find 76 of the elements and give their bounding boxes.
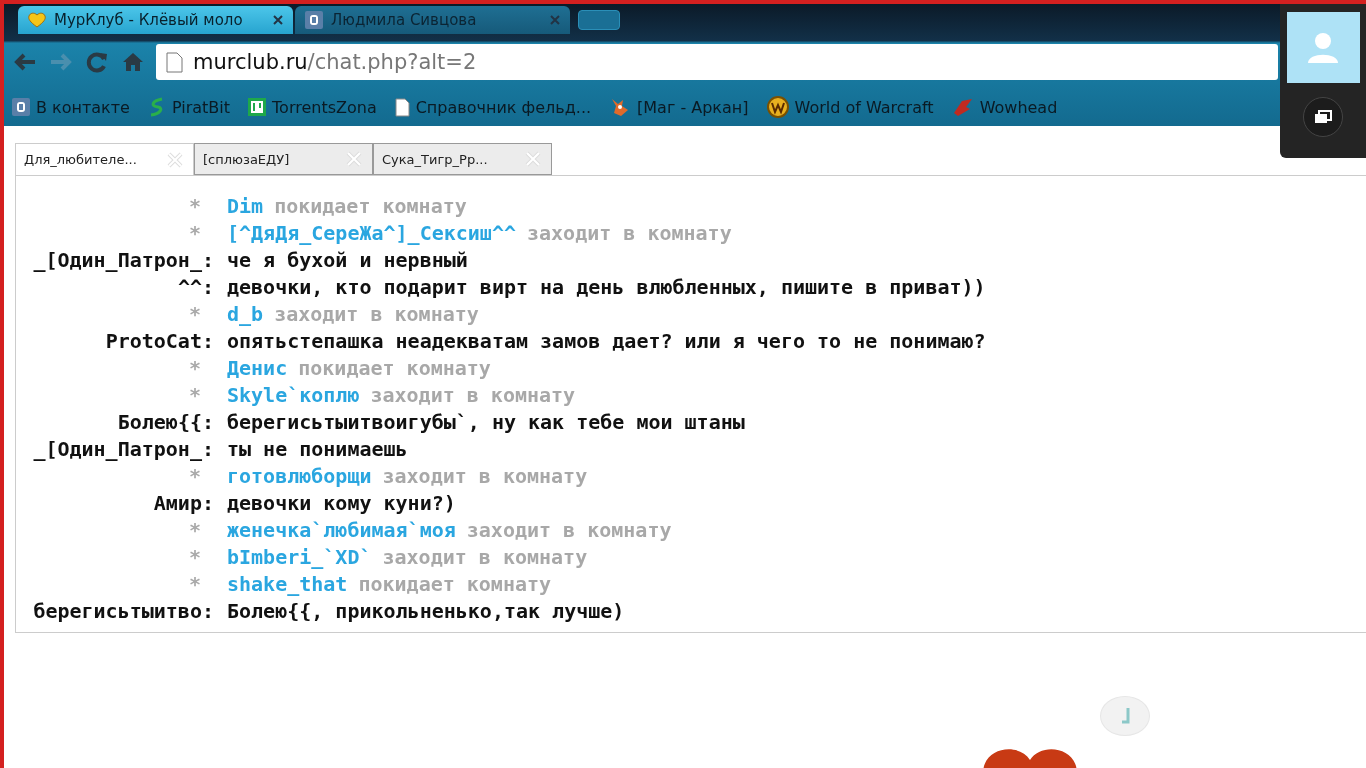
message-text: Болею{{, прикольненько,так лучше)	[227, 599, 625, 625]
event-prefix-text: *	[188, 383, 201, 407]
url-path: /chat.php?alt=2	[307, 50, 477, 74]
bookmark-link[interactable]: Wowhead	[979, 97, 1058, 117]
event-text: покидает комнату	[298, 356, 491, 382]
message-text: девочки кому куни?)	[227, 491, 456, 517]
switch-window-button[interactable]	[1303, 97, 1343, 137]
user-nick[interactable]: Dim	[227, 194, 264, 221]
bookmark-link[interactable]: [Маг - Аркан]	[637, 97, 749, 117]
message-author[interactable]: Амир:	[24, 491, 214, 518]
bookmark-link[interactable]: Справочник фельд...	[415, 97, 592, 117]
user-nick[interactable]: d_b	[227, 302, 264, 329]
person-icon	[1306, 31, 1340, 64]
event-prefix-text: *	[188, 302, 201, 326]
event-prefix-text: *	[188, 464, 201, 488]
browser-tab[interactable]: МурКлуб - Клёвый моло	[18, 6, 293, 34]
event-text: заходит в комнату	[466, 518, 672, 544]
bookmark-link[interactable]: World of Warcraft	[794, 97, 934, 117]
event-text: заходит в комнату	[527, 221, 732, 247]
user-nick[interactable]: Skyle`коплю	[227, 383, 360, 410]
event-prefix-text: *	[188, 356, 201, 380]
chat-tab[interactable]: Сука_Тигр_Рр...	[373, 143, 552, 175]
claw-icon	[951, 97, 974, 117]
user-nick[interactable]: женечка`любимая`моя	[227, 518, 456, 545]
message-text: девочки, кто подарит вирт на день влюбленных, пишите в приват))	[227, 275, 986, 301]
message-author[interactable]: _[Один_Патрон_:	[24, 437, 214, 464]
tab-label: Для_любителе...	[24, 152, 137, 167]
event-text: заходит в комнату	[274, 302, 479, 328]
url-domain: murclub.ru	[193, 50, 308, 74]
vk-icon	[305, 11, 323, 29]
tab-label: [сплюзаЕДУ]	[203, 151, 290, 167]
event-text: заходит в комнату	[382, 464, 588, 490]
message-text: ты не понимаешь	[227, 437, 408, 463]
event-prefix-text: *	[188, 518, 201, 542]
user-nick[interactable]: готовлюборщи	[227, 464, 372, 491]
page-icon	[166, 51, 183, 73]
bookmark-link[interactable]: В контакте	[36, 97, 130, 117]
torrent-icon	[248, 98, 267, 116]
user-nick[interactable]: bImberi_`XD`	[227, 545, 372, 572]
message-author[interactable]: _[Один_Патрон_:	[24, 248, 214, 275]
new-tab-button[interactable]	[578, 10, 620, 30]
close-icon[interactable]	[273, 15, 283, 25]
bookmark-link[interactable]: PiratBit	[171, 97, 231, 117]
message-text: берегисьтыитвоигубы`, ну как тебе мои штаны	[227, 410, 745, 436]
message-author[interactable]: Болею{{:	[24, 410, 214, 437]
event-text: покидает комнату	[358, 572, 552, 598]
event-prefix-text: *	[188, 194, 201, 218]
chat-tab[interactable]: Для_любителе...	[15, 143, 194, 175]
user-nick[interactable]: Денис	[227, 356, 288, 383]
music-note-button[interactable]	[1100, 696, 1150, 736]
windows-icon	[1314, 110, 1332, 124]
heart-icon	[28, 12, 46, 28]
tab-title: Людмила Сивцова	[331, 11, 478, 29]
event-text: покидает комнату	[274, 194, 467, 220]
chat-tab[interactable]: [сплюзаЕДУ]	[194, 143, 373, 175]
event-prefix-text: *	[188, 545, 201, 569]
message-author[interactable]: ^^:	[24, 275, 214, 302]
event-prefix-text: *	[188, 572, 201, 596]
wow-icon	[766, 96, 789, 118]
page-icon	[394, 97, 410, 117]
tab-label: Сука_Тигр_Рр...	[382, 151, 488, 167]
tab-title: МурКлуб - Клёвый моло	[54, 11, 244, 29]
browser-tab[interactable]: Людмила Сивцова	[295, 6, 570, 34]
address-bar[interactable]: murclub.ru/chat.php?alt=2	[156, 44, 1278, 80]
event-text: заходит в комнату	[382, 545, 588, 571]
bookmark-link[interactable]: TorrentsZona	[272, 97, 377, 117]
message-text: че я бухой и нервный	[227, 248, 468, 274]
user-nick[interactable]: [^ДяДя_СереЖа^]_Сексиш^^	[227, 221, 516, 248]
event-prefix-text: *	[188, 221, 201, 245]
message-text: опятьстепашка неадекватам замов дает? или я чего то не понимаю?	[227, 329, 986, 355]
message-author[interactable]: берегисьтыитво:	[24, 599, 214, 626]
user-nick[interactable]: shake_that	[227, 572, 348, 599]
event-text: заходит в комнату	[370, 383, 576, 409]
reload-icon[interactable]	[84, 49, 110, 75]
vk-icon	[12, 98, 30, 116]
message-author[interactable]: ProtoCat:	[24, 329, 214, 356]
